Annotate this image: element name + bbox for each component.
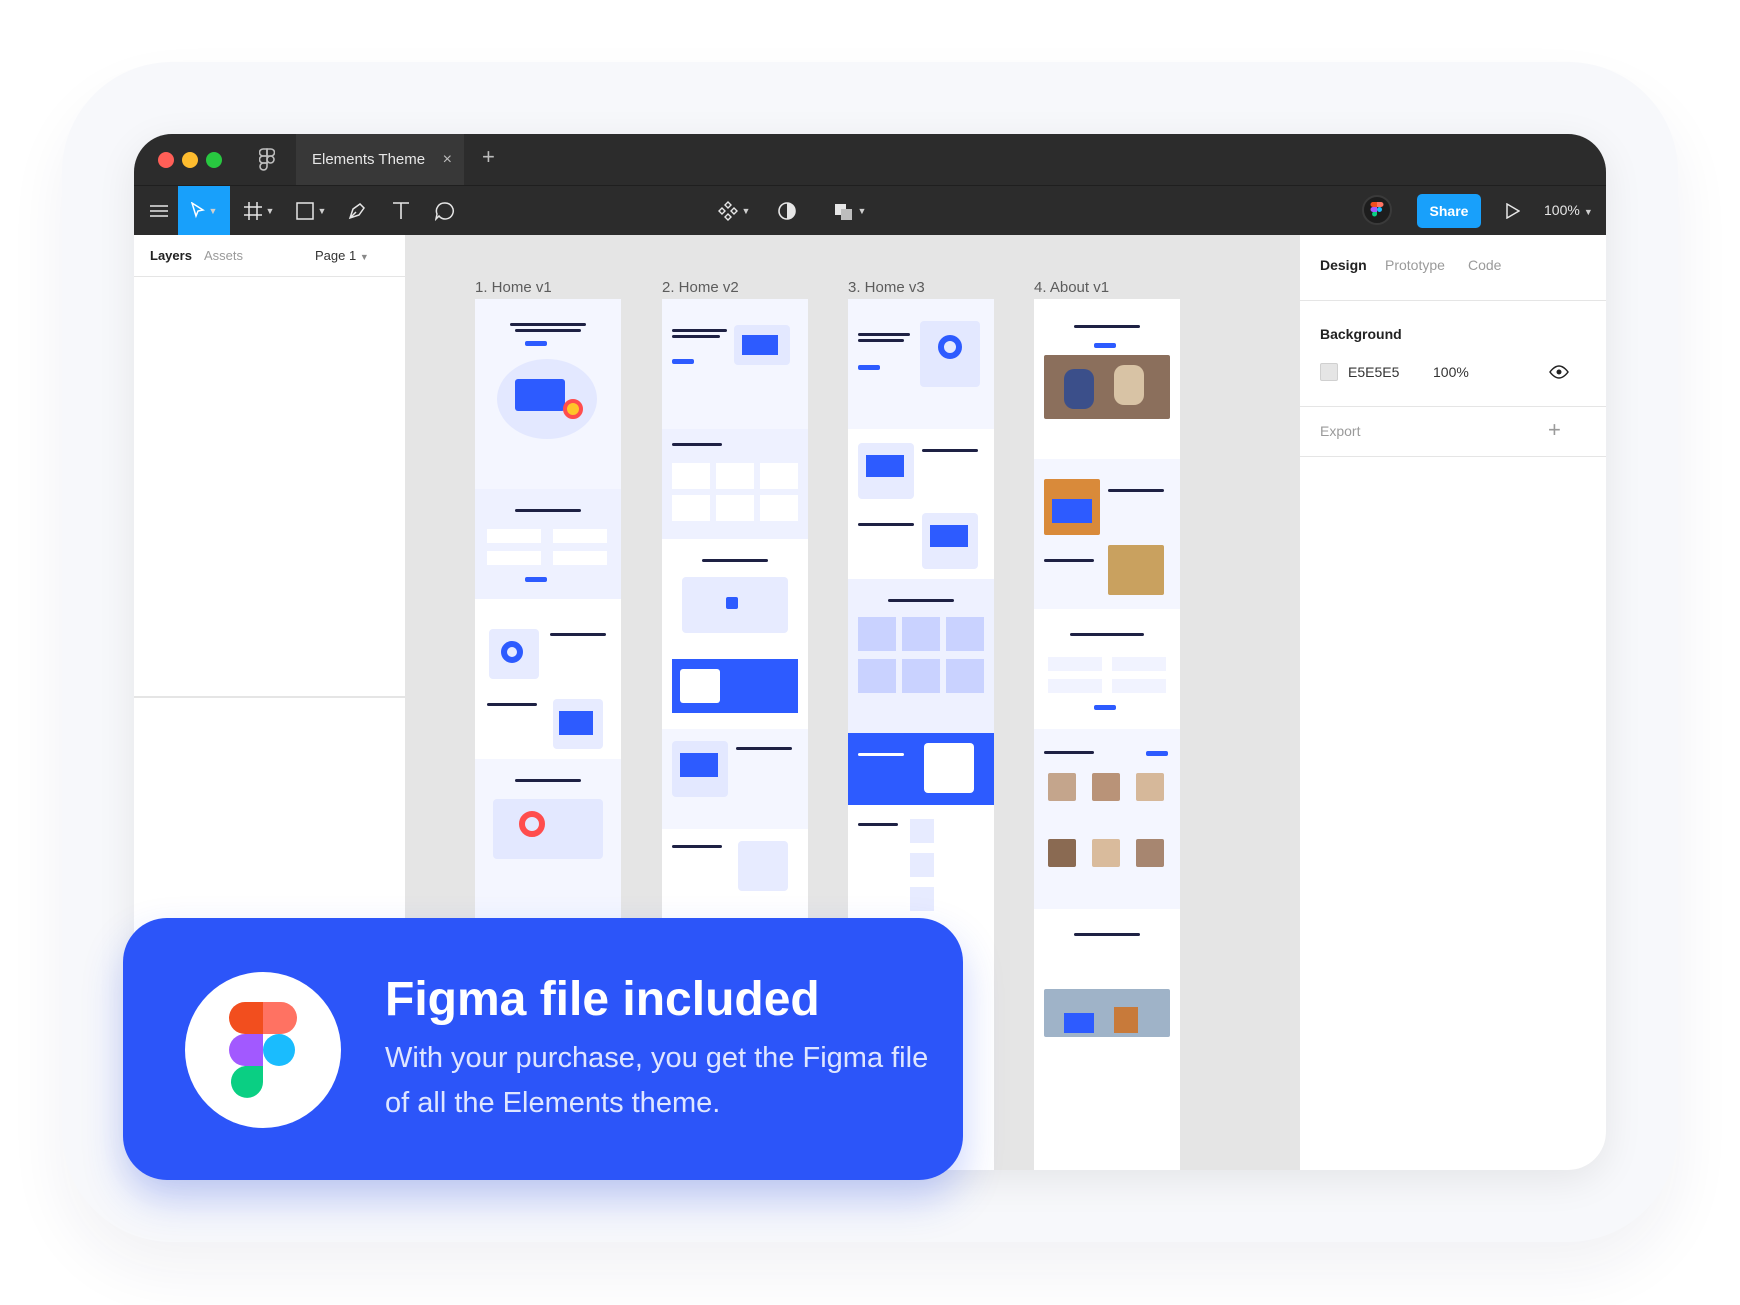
close-tab-icon[interactable]: × xyxy=(443,134,452,185)
component-tool-button[interactable]: ▼ xyxy=(712,186,756,235)
figma-logo-badge xyxy=(185,972,341,1128)
pen-tool-button[interactable] xyxy=(340,186,374,235)
frame-about-v1[interactable] xyxy=(1034,299,1180,1170)
frame-label-about-v1[interactable]: 4. About v1 xyxy=(1034,279,1109,296)
pen-icon xyxy=(348,202,365,219)
boolean-icon xyxy=(834,203,852,220)
export-section: Export + xyxy=(1300,407,1606,457)
frame-section xyxy=(1034,729,1180,909)
tab-design[interactable]: Design xyxy=(1320,257,1367,273)
frame-section xyxy=(475,299,621,489)
tab-prototype[interactable]: Prototype xyxy=(1385,257,1445,273)
panel-divider xyxy=(134,696,406,698)
move-tool-button[interactable]: ▼ xyxy=(178,186,230,235)
mask-icon xyxy=(778,201,796,220)
boolean-tool-button[interactable]: ▼ xyxy=(828,186,872,235)
maximize-window-button[interactable] xyxy=(206,152,222,168)
frame-section xyxy=(848,429,994,579)
toolbar: ▼ ▼ ▼ ▼ ▼ Share 100% ▼ xyxy=(134,185,1606,235)
export-heading: Export xyxy=(1320,423,1361,439)
frame-section xyxy=(848,733,994,805)
frame-label-home-v2[interactable]: 2. Home v2 xyxy=(662,279,739,296)
frame-section xyxy=(475,599,621,759)
frame-section xyxy=(662,539,808,649)
banner-title: Figma file included xyxy=(385,973,820,1026)
background-opacity-input[interactable]: 100% xyxy=(1433,364,1469,380)
file-tab-title: Elements Theme xyxy=(312,151,426,168)
figma-logo-icon xyxy=(229,1002,297,1098)
zoom-dropdown[interactable]: 100% ▼ xyxy=(1544,186,1593,235)
frame-section xyxy=(1034,609,1180,729)
frame-section xyxy=(1034,299,1180,459)
frame-section xyxy=(475,489,621,599)
frame-section xyxy=(848,579,994,733)
user-avatar[interactable] xyxy=(1362,195,1392,225)
menu-icon[interactable] xyxy=(144,186,174,235)
frame-section xyxy=(1034,909,1180,1170)
minimize-window-button[interactable] xyxy=(182,152,198,168)
frame-section xyxy=(662,429,808,539)
frame-label-home-v1[interactable]: 1. Home v1 xyxy=(475,279,552,296)
page-selector[interactable]: Page 1 ▼ xyxy=(315,248,369,263)
background-heading: Background xyxy=(1320,326,1402,342)
share-button[interactable]: Share xyxy=(1417,194,1481,228)
frame-section xyxy=(662,729,808,829)
text-tool-button[interactable] xyxy=(386,186,416,235)
close-window-button[interactable] xyxy=(158,152,174,168)
text-icon xyxy=(393,201,409,219)
frame-icon xyxy=(243,201,262,220)
tab-code[interactable]: Code xyxy=(1468,257,1501,273)
comment-icon xyxy=(435,201,454,221)
page-name: Page 1 xyxy=(315,248,357,263)
frame-section xyxy=(662,299,808,429)
left-panel-tabs: Layers Assets Page 1 ▼ xyxy=(134,235,405,277)
figma-avatar-icon xyxy=(1370,202,1384,217)
eye-icon[interactable] xyxy=(1549,365,1569,379)
mask-tool-button[interactable] xyxy=(772,186,802,235)
tab-layers[interactable]: Layers xyxy=(150,248,192,263)
background-swatch[interactable] xyxy=(1320,363,1338,381)
shape-tool-button[interactable]: ▼ xyxy=(290,186,332,235)
figma-menu-icon[interactable] xyxy=(259,148,275,172)
comment-tool-button[interactable] xyxy=(430,186,460,235)
play-icon xyxy=(1506,202,1520,219)
frame-section xyxy=(1034,459,1180,609)
background-section: Background E5E5E5 100% xyxy=(1300,301,1606,407)
add-export-icon[interactable]: + xyxy=(1548,417,1561,443)
right-panel-tabs: Design Prototype Code xyxy=(1300,235,1606,301)
move-icon xyxy=(190,201,205,218)
present-button[interactable] xyxy=(1498,186,1528,235)
tab-assets[interactable]: Assets xyxy=(204,248,243,263)
add-tab-icon[interactable]: + xyxy=(482,144,495,170)
component-icon xyxy=(717,200,738,221)
frame-label-home-v3[interactable]: 3. Home v3 xyxy=(848,279,925,296)
rectangle-icon xyxy=(295,201,314,220)
properties-panel: Design Prototype Code Background E5E5E5 … xyxy=(1299,235,1606,1170)
title-bar: Elements Theme × + xyxy=(134,134,1606,185)
banner-description: With your purchase, you get the Figma fi… xyxy=(385,1042,929,1119)
background-hex-input[interactable]: E5E5E5 xyxy=(1348,364,1399,380)
frame-section xyxy=(662,649,808,729)
file-tab[interactable]: Elements Theme × xyxy=(296,134,464,185)
frame-tool-button[interactable]: ▼ xyxy=(238,186,280,235)
frame-section xyxy=(848,299,994,429)
figma-file-banner: Figma file included With your purchase, … xyxy=(123,918,963,1180)
zoom-value: 100% xyxy=(1544,202,1580,218)
